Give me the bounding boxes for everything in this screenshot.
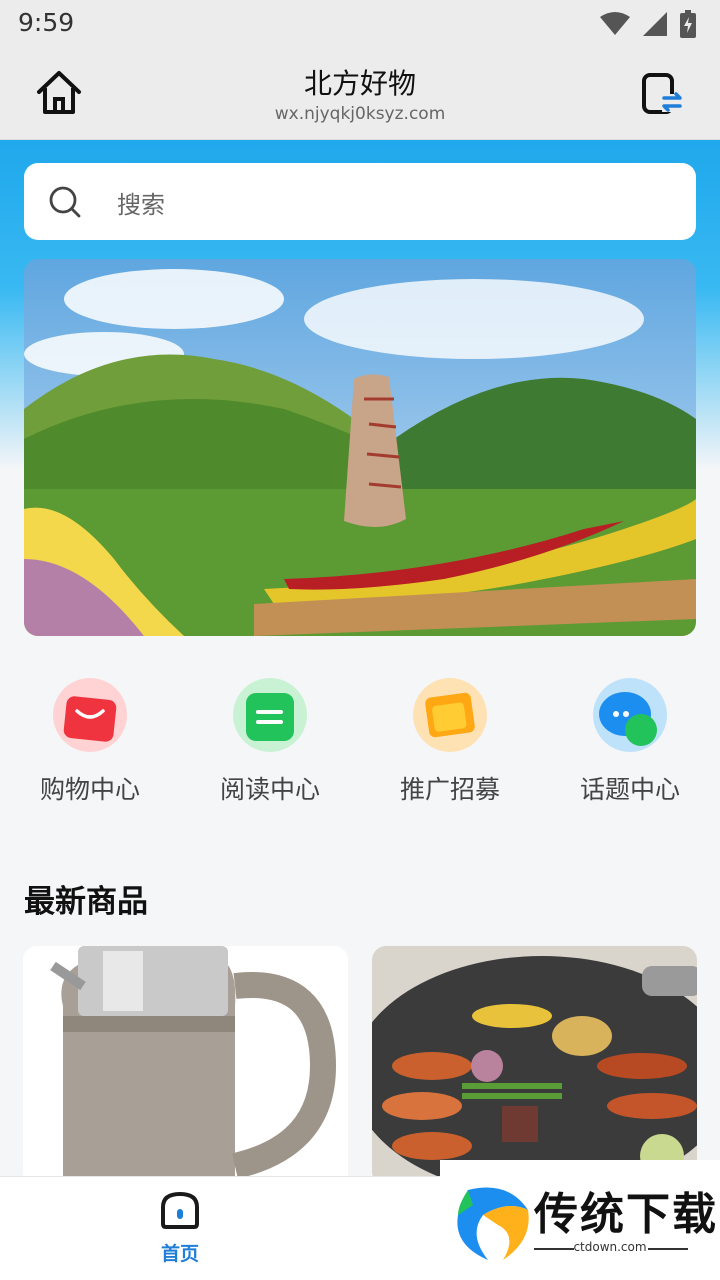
category-recruit[interactable]: 推广招募 — [360, 676, 540, 806]
product-card[interactable] — [372, 946, 697, 1186]
search-bar[interactable]: 搜索 — [24, 163, 696, 240]
recruit-icon — [413, 678, 487, 752]
search-icon — [49, 186, 81, 218]
category-topics[interactable]: 话题中心 — [540, 676, 720, 806]
shopping-bag-icon — [53, 678, 127, 752]
reading-icon — [233, 678, 307, 752]
product-card[interactable] — [23, 946, 348, 1186]
banner-image[interactable] — [24, 259, 696, 636]
category-label: 话题中心 — [579, 775, 680, 804]
search-placeholder: 搜索 — [117, 191, 165, 219]
category-shopping[interactable]: 购物中心 — [0, 676, 180, 806]
category-grid: 购物中心 阅读中心 推广招募 话题中心 — [0, 676, 720, 816]
title-bar: 北方好物 wx.njyqkj0ksyz.com — [0, 50, 720, 140]
chat-icon — [593, 678, 667, 752]
page-title: 北方好物 — [303, 67, 416, 100]
tab-home[interactable]: 首页 — [140, 1191, 220, 1266]
watermark: 传统下载 ctdown.com — [440, 1160, 720, 1280]
switch-account-icon[interactable] — [638, 70, 686, 118]
wifi-icon — [600, 12, 630, 35]
watermark-line-right — [648, 1248, 688, 1250]
category-label: 推广招募 — [399, 775, 500, 804]
watermark-domain: ctdown.com — [573, 1240, 647, 1254]
category-label: 购物中心 — [39, 775, 140, 804]
category-label: 阅读中心 — [219, 775, 320, 804]
watermark-logo-icon — [457, 1187, 529, 1260]
tab-home-label: 首页 — [160, 1243, 199, 1265]
landscape-image — [24, 259, 696, 636]
status-bar: 9:59 — [0, 0, 720, 50]
product-image-kettle — [23, 946, 348, 1186]
battery-icon — [680, 10, 696, 38]
section-title-latest: 最新商品 — [24, 884, 148, 920]
home-tab-icon — [161, 1191, 199, 1229]
status-time: 9:59 — [18, 8, 75, 37]
status-icons — [600, 10, 696, 38]
product-image-grill — [372, 946, 697, 1186]
signal-icon — [643, 12, 667, 36]
category-reading[interactable]: 阅读中心 — [180, 676, 360, 806]
watermark-brand: 传统下载 — [534, 1189, 718, 1240]
page-url: wx.njyqkj0ksyz.com — [274, 104, 446, 124]
